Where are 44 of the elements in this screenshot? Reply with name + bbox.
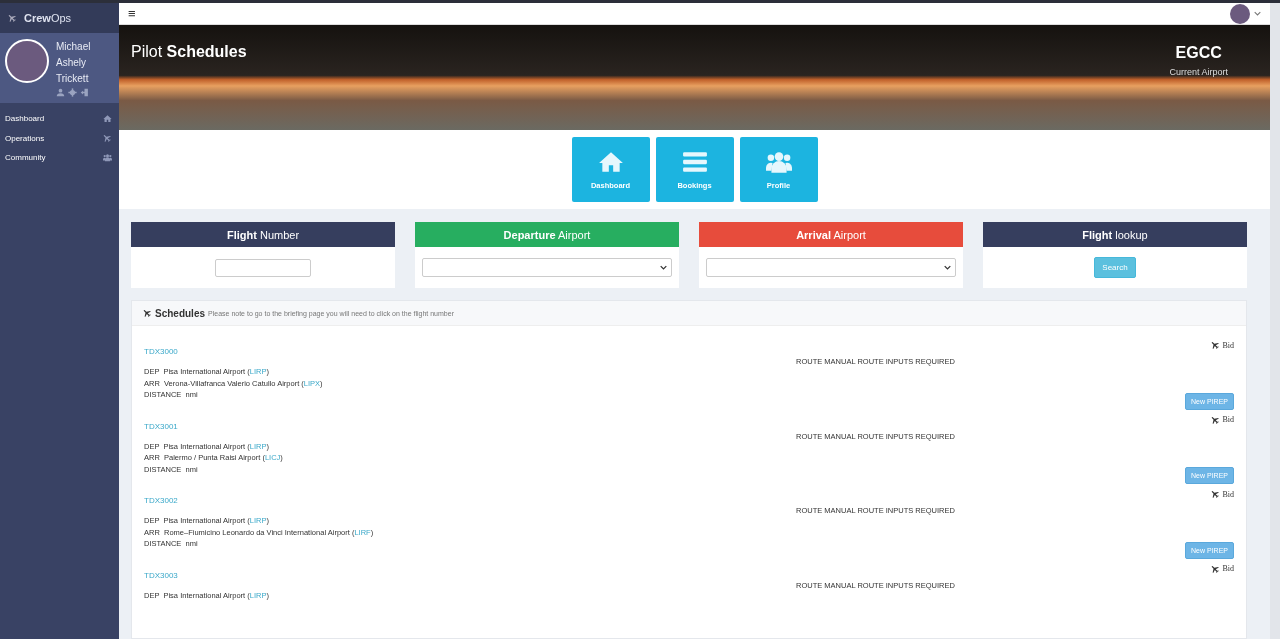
avatar[interactable] [1230, 3, 1250, 24]
nav-item[interactable]: Dashboard [0, 109, 119, 128]
flight-link[interactable]: TDX3001 [144, 421, 178, 431]
users-icon [103, 153, 112, 162]
list-icon [681, 149, 708, 175]
plane-icon [1210, 340, 1221, 350]
select-field[interactable] [706, 258, 956, 277]
caret-icon [944, 265, 951, 270]
nav-item[interactable]: Community [0, 148, 119, 167]
users-icon [765, 149, 792, 175]
flight-link[interactable]: TDX3003 [144, 570, 178, 580]
user-icon[interactable] [56, 88, 65, 97]
panel-title: Schedules [155, 307, 206, 319]
filter-title: Departure Airport [503, 228, 591, 241]
search-button[interactable]: Search [1094, 257, 1136, 278]
brand-name: CrewOps [24, 12, 72, 24]
select-field[interactable] [422, 258, 672, 277]
sign-out-icon[interactable] [80, 88, 89, 97]
caret-icon [660, 265, 667, 270]
flight-link[interactable]: TDX3000 [144, 347, 178, 356]
home-icon [103, 114, 112, 123]
bid-button[interactable]: Bid [1210, 340, 1234, 350]
caret-icon[interactable] [1254, 11, 1261, 17]
bid-button[interactable]: Bid [1210, 563, 1234, 574]
avatar [5, 39, 49, 83]
flight-link[interactable]: TDX3002 [144, 496, 178, 505]
plane-icon [7, 13, 17, 23]
airport-code: EGCC [1175, 44, 1222, 63]
filter-title: Flight Number [226, 228, 300, 241]
plane-icon [102, 133, 112, 143]
plane-icon [1210, 563, 1221, 574]
plane-icon [1210, 414, 1221, 425]
filter-title: Flight lookup [1082, 228, 1148, 241]
plane-icon [142, 308, 152, 318]
menu-button[interactable]: ≡ [128, 6, 136, 22]
bid-button[interactable]: Bid [1210, 414, 1234, 425]
filter-title: Arrival Airport [796, 228, 866, 241]
user-name: Michael Ashely Trickett [56, 40, 92, 86]
plane-icon [1210, 489, 1221, 499]
bid-button[interactable]: Bid [1210, 489, 1234, 499]
input-field[interactable] [215, 258, 311, 277]
nav-item[interactable]: Operations [0, 128, 119, 148]
page-title: Pilot Schedules [131, 43, 247, 62]
airport-label: Current Airport [1169, 67, 1228, 78]
